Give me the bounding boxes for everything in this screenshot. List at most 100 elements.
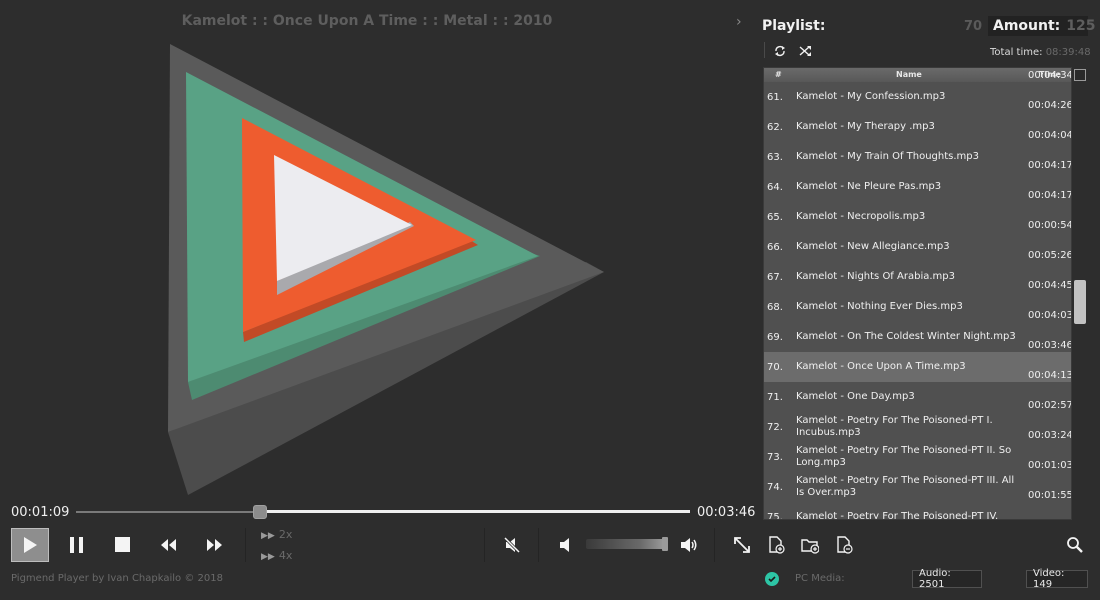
playlist-rows: 61. Kamelot - My Confession.mp3 00:04:34 62… <box>764 70 1071 520</box>
volume-down-button[interactable] <box>551 530 581 560</box>
playlist-row[interactable]: 67. Kamelot - Nights Of Arabia.mp3 00:05:2… <box>764 250 1071 292</box>
controls-divider <box>484 528 485 562</box>
remove-icon <box>837 536 853 554</box>
controls-divider <box>245 528 246 562</box>
track-number: 74. <box>767 481 783 493</box>
seek-remaining <box>260 510 690 513</box>
track-name: Kamelot - New Allegiance.mp3 <box>796 241 950 252</box>
amount-value: 125 <box>1066 18 1096 34</box>
track-duration: 00:04:34 <box>1028 70 1072 81</box>
playlist-row[interactable]: 69. Kamelot - On The Coldest Winter Night… <box>764 310 1071 352</box>
track-name: Kamelot - Nothing Ever Dies.mp3 <box>796 301 963 312</box>
track-name: Kamelot - One Day.mp3 <box>796 391 915 402</box>
playlist-row[interactable]: 71. Kamelot - One Day.mp3 00:04:13 <box>764 370 1071 412</box>
select-all-checkbox[interactable] <box>1074 69 1086 81</box>
volume-slider[interactable] <box>586 537 668 551</box>
track-name: Kamelot - My Therapy .mp3 <box>796 121 935 132</box>
repeat-icon <box>775 45 785 57</box>
track-number: 73. <box>767 451 783 463</box>
track-name: Kamelot - Ne Pleure Pas.mp3 <box>796 181 942 192</box>
search-icon <box>1067 537 1083 553</box>
track-duration: 00:04:17 <box>1028 190 1072 201</box>
playlist-row[interactable]: 65. Kamelot - Necropolis.mp3 00:04:17 <box>764 190 1071 232</box>
amount-label: Amount: <box>993 18 1061 34</box>
speed-4x-label: 4x <box>278 549 293 562</box>
track-name: Kamelot - Poetry For The Poisoned-PT IV. <box>796 511 999 520</box>
playlist-row[interactable]: 68. Kamelot - Nothing Ever Dies.mp3 00:04:… <box>764 280 1071 322</box>
add-folder-button[interactable] <box>795 530 825 560</box>
playlist-row[interactable]: 63. Kamelot - My Train Of Thoughts.mp3 00:… <box>764 130 1071 172</box>
fast-forward-button[interactable] <box>199 530 229 560</box>
playlist-scroll-thumb[interactable] <box>1074 280 1086 324</box>
playlist-row[interactable]: 70. Kamelot - Once Upon A Time.mp3 00:03:4… <box>764 340 1071 382</box>
playlist-title: Playlist: <box>762 18 826 34</box>
pause-button[interactable] <box>62 530 92 560</box>
check-icon <box>765 572 779 586</box>
player-logo <box>168 44 604 495</box>
track-number: 63. <box>767 151 783 163</box>
track-name: Kamelot - My Train Of Thoughts.mp3 <box>796 151 980 162</box>
playlist-total-time: Total time: 08:39:48 <box>990 47 1091 58</box>
track-number: 69. <box>767 331 783 343</box>
volume-handle[interactable] <box>662 537 668 551</box>
playlist-toolbar-divider <box>764 42 765 58</box>
track-duration: 00:04:26 <box>1028 100 1072 111</box>
track-number: 66. <box>767 241 783 253</box>
seek-handle[interactable] <box>253 505 267 519</box>
fast-forward-small-icon: ▶▶ <box>261 531 275 541</box>
chevron-right-icon[interactable]: › <box>736 14 750 30</box>
track-name: Kamelot - Nights Of Arabia.mp3 <box>796 271 955 282</box>
playlist-scrollbar[interactable] <box>1073 83 1088 520</box>
track-number: 72. <box>767 421 783 433</box>
track-name: Kamelot - Once Upon A Time.mp3 <box>796 361 966 372</box>
remove-button[interactable] <box>829 530 859 560</box>
stop-button[interactable] <box>108 530 138 560</box>
fast-forward-icon <box>207 539 222 551</box>
video-area[interactable]: Kamelot : : Once Upon A Time : : Metal :… <box>0 0 758 500</box>
seek-bar[interactable] <box>76 504 690 520</box>
speed-2x-label: 2x <box>278 528 293 541</box>
shuffle-button[interactable] <box>798 43 812 57</box>
playlist-row[interactable]: 62. Kamelot - My Therapy .mp3 00:04:26 <box>764 100 1071 142</box>
track-duration: 00:01:03 <box>1028 460 1072 471</box>
volume-up-icon <box>681 538 697 552</box>
playlist-row[interactable]: 75. Kamelot - Poetry For The Poisoned-PT … <box>764 490 1071 520</box>
playlist-row[interactable]: 74. Kamelot - Poetry For The Poisoned-PT … <box>764 460 1071 502</box>
track-number: 62. <box>767 121 783 133</box>
add-file-icon <box>769 536 785 554</box>
mute-button[interactable] <box>497 530 527 560</box>
fast-forward-small-icon: ▶▶ <box>261 552 275 562</box>
track-duration: 00:04:03 <box>1028 310 1072 321</box>
playlist-row[interactable]: 66. Kamelot - New Allegiance.mp3 00:00:54 <box>764 220 1071 262</box>
track-duration: 00:04:04 <box>1028 130 1072 141</box>
track-number: 70. <box>767 361 783 373</box>
play-icon <box>24 537 37 553</box>
volume-track <box>586 539 664 549</box>
playlist-table[interactable]: # Name Time 61. Kamelot - My Confession.m… <box>763 67 1072 520</box>
pause-icon <box>70 537 83 553</box>
playlist-row[interactable]: 61. Kamelot - My Confession.mp3 00:04:34 <box>764 70 1071 112</box>
playlist-row[interactable]: 72. Kamelot - Poetry For The Poisoned-PT … <box>764 400 1071 442</box>
fullscreen-button[interactable] <box>727 530 757 560</box>
search-button[interactable] <box>1060 530 1090 560</box>
volume-up-button[interactable] <box>674 530 704 560</box>
repeat-button[interactable] <box>773 43 787 57</box>
track-number: 64. <box>767 181 783 193</box>
rewind-button[interactable] <box>154 530 184 560</box>
playlist-row[interactable]: 64. Kamelot - Ne Pleure Pas.mp3 00:04:17 <box>764 160 1071 202</box>
rewind-icon <box>161 539 176 551</box>
column-header-name[interactable]: Name <box>896 70 922 79</box>
play-button[interactable] <box>11 528 49 562</box>
track-number: 67. <box>767 271 783 283</box>
total-time: 00:03:46 <box>697 505 756 520</box>
column-header-number[interactable]: # <box>775 70 782 79</box>
speed-4x-button[interactable]: ▶▶ 4x <box>261 549 292 562</box>
track-duration: 00:03:46 <box>1028 340 1072 351</box>
playlist-row[interactable]: 73. Kamelot - Poetry For The Poisoned-PT … <box>764 430 1071 472</box>
pc-media-label: PC Media: <box>795 573 845 584</box>
speed-2x-button[interactable]: ▶▶ 2x <box>261 528 292 541</box>
current-track-index: 70 <box>964 19 983 34</box>
current-time: 00:01:09 <box>11 505 70 520</box>
add-file-button[interactable] <box>761 530 791 560</box>
track-duration: 00:02:57 <box>1028 400 1072 411</box>
